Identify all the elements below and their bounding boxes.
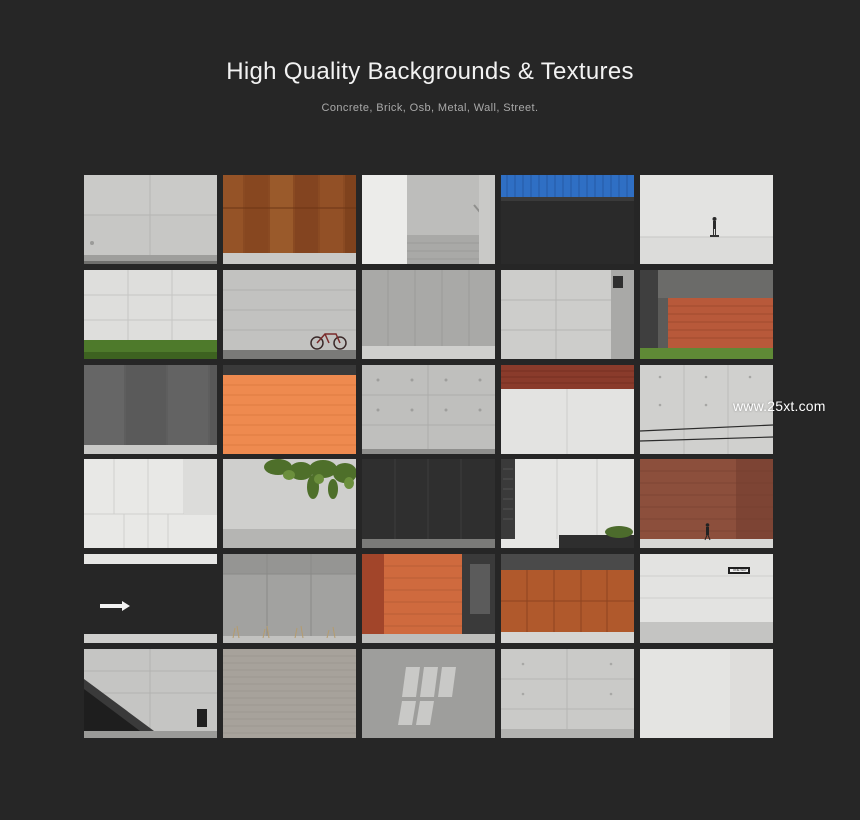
page-subtitle: Concrete, Brick, Osb, Metal, Wall, Stree… <box>321 102 539 114</box>
white-panel-planter-image <box>501 459 634 549</box>
tile-white-facade-panels[interactable] <box>84 459 217 549</box>
tile-concrete-corner[interactable] <box>501 269 634 359</box>
tile-smooth-concrete-slab[interactable] <box>501 648 634 738</box>
formwork-concrete-image <box>362 364 495 454</box>
tile-blue-container-dark-wall[interactable] <box>501 175 634 264</box>
tile-orange-tile-wall[interactable] <box>223 364 356 454</box>
white-facade-panels-image <box>84 459 217 549</box>
concrete-ramp-bin-image <box>84 648 217 738</box>
ivy-concrete-wall-image <box>223 459 356 549</box>
tile-brick-top-white-wall[interactable] <box>501 364 634 454</box>
tile-brick-wall-pedestrian[interactable] <box>640 459 773 549</box>
tile-corten-steel-panels[interactable] <box>223 175 356 264</box>
red-brick-wall-lawn-image <box>640 269 773 359</box>
tile-skateboarder-plaza[interactable] <box>640 175 773 264</box>
one-way-sign-label: ONE WAY <box>733 568 747 573</box>
tile-dark-metal-panels[interactable] <box>84 364 217 454</box>
brick-corner-building-image <box>362 554 495 644</box>
tile-grey-metal-panels-grass[interactable] <box>223 554 356 644</box>
concrete-corner-image <box>501 269 634 359</box>
blue-container-dark-wall-image <box>501 175 634 264</box>
black-panels-image <box>362 459 495 549</box>
corten-steel-panels-image <box>223 175 356 264</box>
orange-tile-wall-image <box>223 364 356 454</box>
tile-concrete-window-shadow[interactable] <box>362 648 495 738</box>
grey-metal-panels-grass-image <box>223 554 356 644</box>
concrete-window-shadow-image <box>362 648 495 738</box>
corten-panels-facade-image <box>501 554 634 644</box>
brick-texture-grey-image <box>223 648 356 738</box>
brick-wall-pedestrian-image <box>640 459 773 549</box>
concrete-wall-bicycle-image <box>223 269 356 359</box>
tile-corten-panels-facade[interactable] <box>501 554 634 644</box>
tile-black-wall-arrow[interactable] <box>84 554 217 644</box>
concrete-staircase-image <box>362 175 495 264</box>
plain-white-concrete-image <box>640 648 773 738</box>
tile-white-wall-one-way-sign[interactable]: ONE WAY <box>640 554 773 644</box>
skateboarder-plaza-image <box>640 175 773 264</box>
tile-brick-texture-grey[interactable] <box>223 648 356 738</box>
tile-red-brick-wall-lawn[interactable] <box>640 269 773 359</box>
concrete-wall-panels-image <box>84 175 217 264</box>
tile-formwork-concrete[interactable] <box>362 364 495 454</box>
tile-black-panels[interactable] <box>362 459 495 549</box>
black-wall-arrow-image <box>84 554 217 644</box>
dark-metal-panels-image <box>84 364 217 454</box>
watermark-text: www.25xt.com <box>733 398 826 414</box>
tile-white-panel-planter[interactable] <box>501 459 634 549</box>
showcase-page: High Quality Backgrounds & Textures Conc… <box>0 0 860 820</box>
white-wall-one-way-sign-image <box>640 554 773 644</box>
grey-metal-facade-image <box>362 269 495 359</box>
tile-concrete-ramp-bin[interactable] <box>84 648 217 738</box>
smooth-concrete-slab-image <box>501 648 634 738</box>
tile-white-panels-grass[interactable] <box>84 269 217 359</box>
texture-grid: ONE WAY <box>84 175 773 738</box>
tile-concrete-staircase[interactable] <box>362 175 495 264</box>
tile-brick-corner-building[interactable] <box>362 554 495 644</box>
brick-top-white-wall-image <box>501 364 634 454</box>
page-title: High Quality Backgrounds & Textures <box>226 58 634 85</box>
tile-ivy-concrete-wall[interactable] <box>223 459 356 549</box>
tile-concrete-wall-bicycle[interactable] <box>223 269 356 359</box>
tile-concrete-wall-panels[interactable] <box>84 175 217 264</box>
tile-plain-white-concrete[interactable] <box>640 648 773 738</box>
tile-grey-metal-facade[interactable] <box>362 269 495 359</box>
white-panels-grass-image <box>84 269 217 359</box>
